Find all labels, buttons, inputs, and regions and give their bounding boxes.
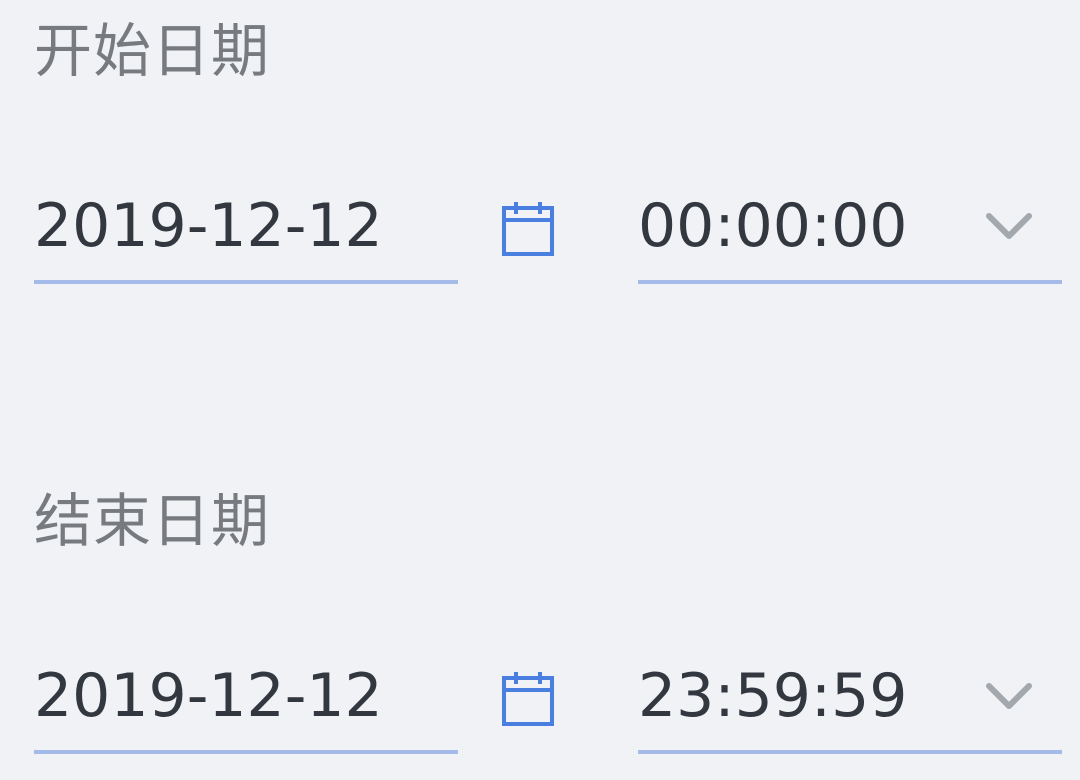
end-date-value: 2019-12-12: [34, 661, 383, 731]
start-date-value: 2019-12-12: [34, 191, 383, 261]
end-date-label: 结束日期: [34, 487, 271, 555]
end-calendar-button[interactable]: [500, 670, 556, 728]
end-time-value: 23:59:59: [638, 661, 908, 731]
calendar-icon: [502, 202, 554, 256]
start-date-input[interactable]: 2019-12-12: [34, 174, 458, 284]
calendar-icon: [502, 672, 554, 726]
end-date-input[interactable]: 2019-12-12: [34, 644, 458, 754]
start-calendar-button[interactable]: [500, 200, 556, 258]
chevron-down-icon: [986, 683, 1032, 709]
end-time-select[interactable]: 23:59:59: [638, 644, 1062, 754]
chevron-down-icon: [986, 213, 1032, 239]
start-time-value: 00:00:00: [638, 191, 908, 261]
start-time-select[interactable]: 00:00:00: [638, 174, 1062, 284]
start-date-label: 开始日期: [34, 17, 271, 85]
